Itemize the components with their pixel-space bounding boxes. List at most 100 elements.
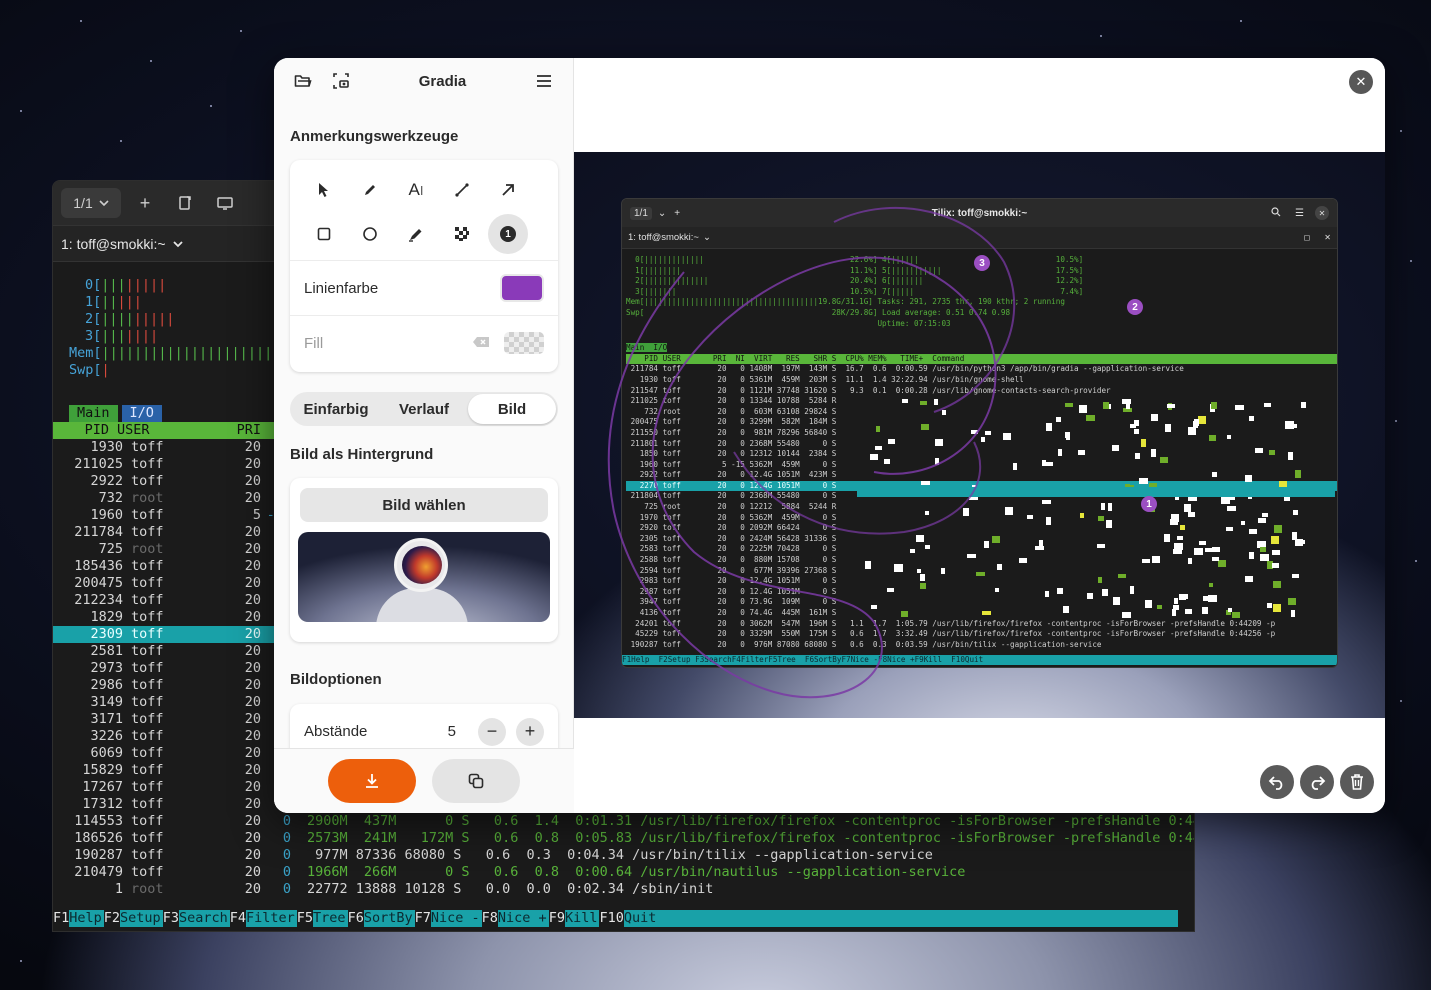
pixel-block — [1285, 421, 1294, 429]
spacing-value: 5 — [447, 723, 456, 740]
star — [1400, 700, 1402, 702]
clear-fill-icon[interactable] — [472, 335, 490, 352]
session-switcher[interactable]: 1/1 — [61, 188, 121, 218]
line-color-row[interactable]: Linienfarbe — [290, 260, 558, 315]
table-row[interactable]: 186526 toff 20 0 2573M 241M 172M S 0.6 0.8 0… — [53, 830, 1194, 847]
user-cell: toff — [131, 524, 164, 540]
hamburger-menu-icon[interactable] — [529, 66, 559, 96]
pid-cell: 210479 — [74, 864, 123, 880]
pixel-block — [1180, 525, 1185, 530]
pixel-block — [1291, 610, 1295, 617]
table-row[interactable]: 1 root 20 0 22772 13888 10128 S 0.0 0.0 0:02… — [53, 881, 1194, 898]
pixel-block — [1273, 581, 1281, 588]
mode-image[interactable]: Bild — [468, 394, 556, 424]
undo-icon[interactable] — [1260, 765, 1294, 799]
mode-solid[interactable]: Einfarbig — [292, 394, 380, 424]
pixel-block — [925, 511, 929, 515]
function-key[interactable]: F5 — [297, 910, 313, 926]
pixel-block — [1209, 435, 1216, 441]
preview-terminal-title: Tilix: toff@smokki:~ — [931, 207, 1028, 219]
background-image-thumbnail[interactable] — [298, 532, 550, 622]
ni-cell: 0 — [282, 864, 291, 880]
function-key[interactable]: F10 — [599, 910, 623, 926]
star — [20, 960, 22, 962]
sidebar-header: Gradia — [274, 58, 573, 104]
star — [120, 140, 122, 142]
text-tool-icon[interactable]: AI — [396, 170, 436, 210]
function-key[interactable]: F4 — [230, 910, 246, 926]
function-key[interactable]: F1 — [53, 910, 69, 926]
redo-icon[interactable] — [1300, 765, 1334, 799]
pixel-block — [1046, 517, 1051, 525]
circle-tool-icon[interactable] — [350, 214, 390, 254]
gradia-window[interactable]: Gradia Anmerkungswerkzeuge AI 1 Linienfa… — [274, 58, 1385, 813]
table-row[interactable]: 190287 toff 20 0 977M 87336 68080 S 0.6 0.3… — [53, 847, 1194, 864]
copy-to-clipboard-button[interactable] — [432, 759, 520, 803]
line-color-swatch[interactable] — [500, 274, 544, 302]
pixel-block — [984, 541, 989, 548]
pid-cell: 3171 — [90, 711, 123, 727]
pixel-block — [921, 481, 930, 485]
function-key[interactable]: F3 — [163, 910, 179, 926]
tab-main[interactable]: Main — [69, 405, 118, 422]
decrement-button[interactable]: − — [478, 717, 506, 746]
function-key[interactable]: F6 — [348, 910, 364, 926]
add-session-icon[interactable]: + — [129, 188, 161, 218]
screenshot-preview[interactable]: 1/1 ⌄ + Tilix: toff@smokki:~ ☰ ✕ 1: toff… — [574, 152, 1385, 718]
function-key[interactable]: F9 — [549, 910, 565, 926]
pixel-block — [920, 401, 927, 405]
increment-button[interactable]: + — [516, 717, 544, 746]
new-tab-icon[interactable] — [169, 188, 201, 218]
pixel-block — [1027, 515, 1033, 519]
close-icon[interactable]: ✕ — [1349, 70, 1373, 94]
rectangle-tool-icon[interactable] — [304, 214, 344, 254]
pixel-block — [995, 588, 999, 592]
pixel-block — [1087, 593, 1093, 599]
app-title: Gradia — [418, 72, 467, 90]
pri-cell: 20 — [244, 813, 261, 829]
pid-cell: 6069 — [90, 745, 123, 761]
preview-table-row: 2588 toff 20 0 880M 15708 0 S — [626, 555, 837, 565]
function-key[interactable]: F7 — [415, 910, 431, 926]
number-stamp-tool-icon[interactable]: 1 — [488, 214, 528, 254]
image-options-heading: Bildoptionen — [290, 671, 382, 688]
delete-icon[interactable] — [1340, 765, 1374, 799]
pixel-block — [1141, 439, 1146, 447]
pri-cell: 5 — [252, 507, 261, 523]
choose-image-button[interactable]: Bild wählen — [300, 488, 548, 522]
pen-tool-icon[interactable] — [350, 170, 390, 210]
user-cell: toff — [131, 728, 164, 744]
fill-color-swatch[interactable] — [504, 332, 544, 354]
pixel-block — [1145, 600, 1152, 608]
save-export-button[interactable] — [328, 759, 416, 803]
number-stamp-glyph: 1 — [500, 226, 516, 242]
screenshot-icon[interactable] — [326, 66, 356, 96]
table-row[interactable]: 210479 toff 20 0 1966M 266M 0 S 0.6 0.8 0:00… — [53, 864, 1194, 881]
user-cell: toff — [131, 796, 164, 812]
function-key[interactable]: F8 — [482, 910, 498, 926]
mode-gradient[interactable]: Verlauf — [380, 394, 468, 424]
split-terminal-icon[interactable] — [209, 188, 241, 218]
pid-cell: 211025 — [74, 456, 123, 472]
fill-row[interactable]: Fill — [290, 315, 558, 370]
line-tool-icon[interactable] — [442, 170, 482, 210]
pointer-tool-icon[interactable] — [304, 170, 344, 210]
function-key-label: Nice - — [430, 910, 482, 927]
function-key[interactable]: F2 — [104, 910, 120, 926]
details-cell: 2573M 241M 172M S 0.6 0.8 0:05.83 /usr/l… — [307, 830, 1195, 846]
pixel-block — [1174, 543, 1183, 550]
pri-cell: 20 — [244, 779, 261, 795]
highlighter-tool-icon[interactable] — [396, 214, 436, 254]
user-cell: root — [131, 490, 164, 506]
arrow-tool-icon[interactable] — [488, 170, 528, 210]
star — [1415, 560, 1417, 562]
pixel-block — [1045, 591, 1049, 597]
table-row[interactable]: 114553 toff 20 0 2900M 437M 0 S 0.6 1.4 0:01… — [53, 813, 1194, 830]
pixelate-tool-icon[interactable] — [442, 214, 482, 254]
chevron-down-icon[interactable] — [172, 236, 184, 252]
tab-io[interactable]: I/O — [121, 405, 162, 422]
open-folder-icon[interactable] — [288, 66, 318, 96]
spacing-stepper: 5 − + — [447, 717, 544, 746]
pixel-block — [1057, 588, 1063, 594]
pid-cell: 1930 — [90, 439, 123, 455]
